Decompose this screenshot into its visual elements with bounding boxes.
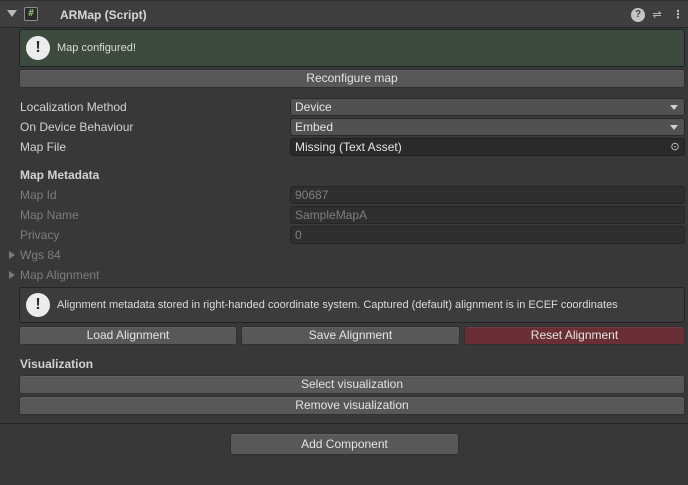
chevron-down-icon — [670, 125, 678, 130]
wgs84-foldout-label[interactable]: Wgs 84 — [20, 248, 61, 262]
localization-method-value: Device — [295, 100, 332, 114]
map-id-label: Map Id — [20, 188, 57, 202]
wgs84-foldout-icon[interactable] — [9, 251, 15, 259]
visualization-title: Visualization — [20, 357, 94, 371]
add-component-button[interactable]: Add Component — [230, 433, 459, 455]
load-alignment-button[interactable]: Load Alignment — [19, 326, 237, 345]
select-visualization-button[interactable]: Select visualization — [19, 375, 685, 394]
map-file-field[interactable]: Missing (Text Asset) ⊙ — [290, 138, 685, 156]
reconfigure-map-button[interactable]: Reconfigure map — [19, 69, 685, 88]
alignment-info-helpbox: ! Alignment metadata stored in right-han… — [19, 287, 685, 323]
map-name-field: SampleMapA — [290, 206, 685, 224]
map-alignment-foldout-icon[interactable] — [9, 271, 15, 279]
privacy-label: Privacy — [20, 228, 60, 242]
context-menu-icon[interactable]: ⋮ — [671, 8, 685, 22]
reset-alignment-button[interactable]: Reset Alignment — [464, 326, 685, 345]
map-id-field: 90687 — [290, 186, 685, 204]
component-divider — [0, 423, 688, 424]
map-file-label: Map File — [20, 140, 67, 154]
map-file-value: Missing (Text Asset) — [295, 140, 402, 154]
localization-method-label: Localization Method — [20, 100, 127, 114]
alignment-info-message: Alignment metadata stored in right-hande… — [57, 299, 618, 311]
on-device-behaviour-dropdown[interactable]: Embed — [290, 118, 685, 136]
save-alignment-button[interactable]: Save Alignment — [241, 326, 460, 345]
info-icon: ! — [26, 293, 50, 317]
remove-visualization-button[interactable]: Remove visualization — [19, 396, 685, 415]
map-metadata-title: Map Metadata — [20, 168, 100, 182]
info-icon: ! — [26, 36, 50, 60]
foldout-expanded-icon[interactable] — [7, 10, 17, 17]
map-alignment-foldout-label[interactable]: Map Alignment — [20, 268, 99, 282]
component-header[interactable]: # ARMap (Script) ? ⇌ ⋮ — [0, 0, 688, 28]
script-icon: # — [24, 7, 38, 21]
help-icon[interactable]: ? — [631, 8, 645, 22]
component-title: ARMap (Script) — [60, 8, 147, 22]
presets-icon[interactable]: ⇌ — [650, 8, 664, 22]
privacy-field: 0 — [290, 226, 685, 244]
map-name-label: Map Name — [20, 208, 79, 222]
status-helpbox: ! Map configured! — [19, 29, 685, 67]
object-picker-icon[interactable]: ⊙ — [666, 139, 684, 155]
status-message: Map configured! — [57, 42, 136, 54]
localization-method-dropdown[interactable]: Device — [290, 98, 685, 116]
chevron-down-icon — [670, 105, 678, 110]
on-device-behaviour-value: Embed — [295, 120, 334, 134]
on-device-behaviour-label: On Device Behaviour — [20, 120, 134, 134]
